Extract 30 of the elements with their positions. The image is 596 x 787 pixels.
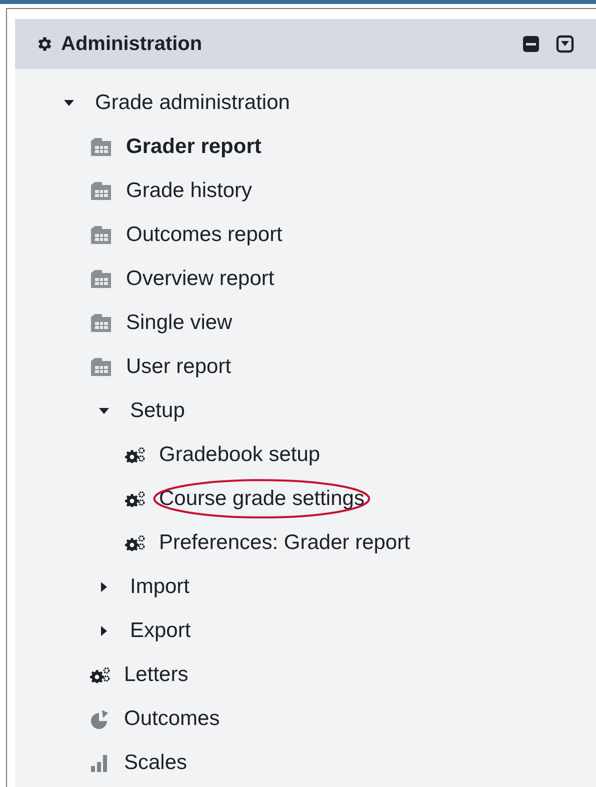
- tree-folder[interactable]: Export: [130, 619, 191, 642]
- dock-icon[interactable]: [556, 35, 574, 53]
- pie-icon: [90, 709, 110, 729]
- gears-icon: [125, 535, 145, 551]
- tree-link[interactable]: Scales: [124, 751, 188, 774]
- tree-link[interactable]: Single view: [126, 311, 232, 334]
- tree-link[interactable]: Overview report: [126, 267, 274, 290]
- minus-icon[interactable]: [522, 35, 540, 53]
- tree-link[interactable]: Grade history: [126, 179, 252, 202]
- tree-link[interactable]: Gradebook setup: [159, 443, 320, 466]
- gears-icon: [125, 447, 145, 463]
- tree-link[interactable]: Letters: [124, 663, 188, 686]
- table-icon: [90, 137, 112, 157]
- table-icon: [90, 181, 112, 201]
- tree-link[interactable]: Outcomes report: [126, 223, 282, 246]
- table-icon: [90, 313, 112, 333]
- table-icon: [90, 357, 112, 377]
- tree-folder[interactable]: Import: [130, 575, 190, 598]
- block-title: Administration: [61, 32, 202, 57]
- tree-link[interactable]: Grader report: [126, 135, 262, 158]
- gears-icon: [90, 667, 110, 683]
- tree-link[interactable]: Preferences: Grader report: [159, 531, 410, 554]
- gears-icon: [125, 491, 145, 507]
- tree-link[interactable]: User report: [126, 355, 232, 378]
- table-icon: [90, 225, 112, 245]
- tree-folder[interactable]: Grade administration: [95, 91, 290, 114]
- tree-folder[interactable]: Setup: [130, 399, 185, 422]
- bar-chart-icon: [90, 753, 110, 773]
- table-icon: [90, 269, 112, 289]
- tree-link[interactable]: Outcomes: [124, 707, 220, 730]
